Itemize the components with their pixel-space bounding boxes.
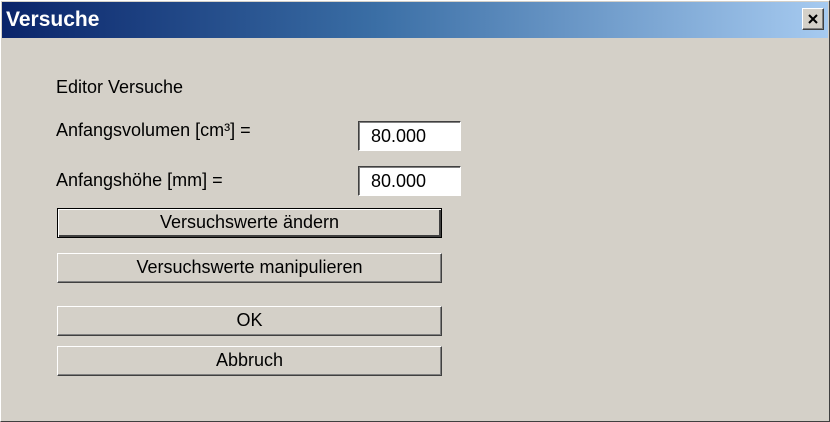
dialog-body: Editor Versuche Anfangsvolumen [cm³] = 8… <box>2 39 828 420</box>
initial-volume-label: Anfangsvolumen [cm³] = <box>56 120 251 140</box>
ok-button[interactable]: OK <box>57 306 442 336</box>
close-button[interactable] <box>802 8 824 30</box>
initial-height-label: Anfangshöhe [mm] = <box>56 170 223 190</box>
manipulate-values-button[interactable]: Versuchswerte manipulieren <box>57 253 442 283</box>
initial-height-field[interactable]: 80.000 <box>358 166 461 196</box>
dialog-window: Versuche Editor Versuche Anfangsvolumen … <box>0 0 830 422</box>
cancel-button[interactable]: Abbruch <box>57 346 442 376</box>
title-bar[interactable]: Versuche <box>2 2 828 38</box>
window-title: Versuche <box>6 8 100 31</box>
edit-values-button[interactable]: Versuchswerte ändern <box>57 208 442 238</box>
editor-heading: Editor Versuche <box>56 77 184 97</box>
initial-volume-field[interactable]: 80.000 <box>358 121 461 151</box>
close-icon <box>808 14 818 24</box>
